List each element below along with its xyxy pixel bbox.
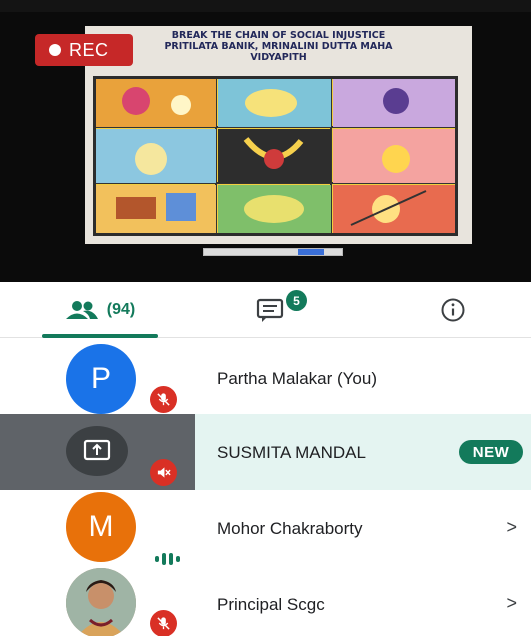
caption-button [298,249,324,255]
participant-row[interactable]: Principal Scgc > [0,566,531,636]
participant-row-presenting[interactable]: SUSMITA MANDAL NEW [0,414,531,490]
speaker-off-icon [150,459,177,486]
participant-list: P Partha Malakar (You) SUSMITA MANDAL NE… [0,338,531,636]
chat-unread-badge: 5 [286,290,307,311]
participant-info: SUSMITA MANDAL NEW [195,414,531,490]
rec-label: REC [69,39,109,60]
participant-info: Mohor Chakraborty > [195,490,531,566]
participant-row[interactable]: M Mohor Chakraborty > [0,490,531,566]
mic-off-icon [150,386,177,413]
participant-avatar-area: M [0,490,195,566]
participant-row[interactable]: P Partha Malakar (You) [0,340,531,416]
people-icon [65,301,98,319]
participant-name: SUSMITA MANDAL [217,443,366,462]
people-count: (94) [106,301,136,318]
side-panel-tabs: (94) [0,282,531,338]
avatar: P [66,344,136,414]
poster-artwork [93,76,458,236]
screen-share-icon [83,439,111,461]
slide-title-line-2: PRITILATA BANIK, MRINALINI DUTTA MAHA [164,41,393,52]
participant-avatar-area: P [0,340,195,416]
new-badge: NEW [459,440,523,464]
slide-title-line-1: BREAK THE CHAIN OF SOCIAL INJUSTICE [171,30,386,41]
tab-info[interactable] [425,282,481,338]
chat-icon [256,298,284,322]
avatar: M [66,492,136,562]
poster-illustration [96,79,455,233]
shared-slide: BREAK THE CHAIN OF SOCIAL INJUSTICE PRIT… [85,26,472,256]
participant-avatar-area [0,566,195,636]
participant-avatar-area [0,414,195,490]
info-icon [441,298,465,322]
participant-name: Partha Malakar (You) [217,369,378,388]
slide-title-line-3: VIDYAPITH [250,52,307,63]
record-dot-icon [49,44,61,56]
chevron-right-icon[interactable]: > [506,593,517,614]
slide-caption-bar [203,248,343,256]
status-bar [0,0,531,12]
participant-info: Principal Scgc > [195,566,531,636]
avatar-photo [66,568,136,636]
speaking-indicator-icon [155,553,180,565]
slide-title: BREAK THE CHAIN OF SOCIAL INJUSTICE PRIT… [85,30,472,63]
tab-people[interactable]: (94) [40,282,160,338]
participant-name: Principal Scgc [217,595,325,614]
participant-name: Mohor Chakraborty [217,519,363,538]
presentation-video[interactable]: BREAK THE CHAIN OF SOCIAL INJUSTICE PRIT… [0,0,531,282]
chevron-right-icon[interactable]: > [506,517,517,538]
presenting-avatar [66,426,128,476]
mic-off-icon [150,610,177,636]
recording-indicator: REC [35,34,133,66]
participant-info: Partha Malakar (You) [195,340,531,416]
